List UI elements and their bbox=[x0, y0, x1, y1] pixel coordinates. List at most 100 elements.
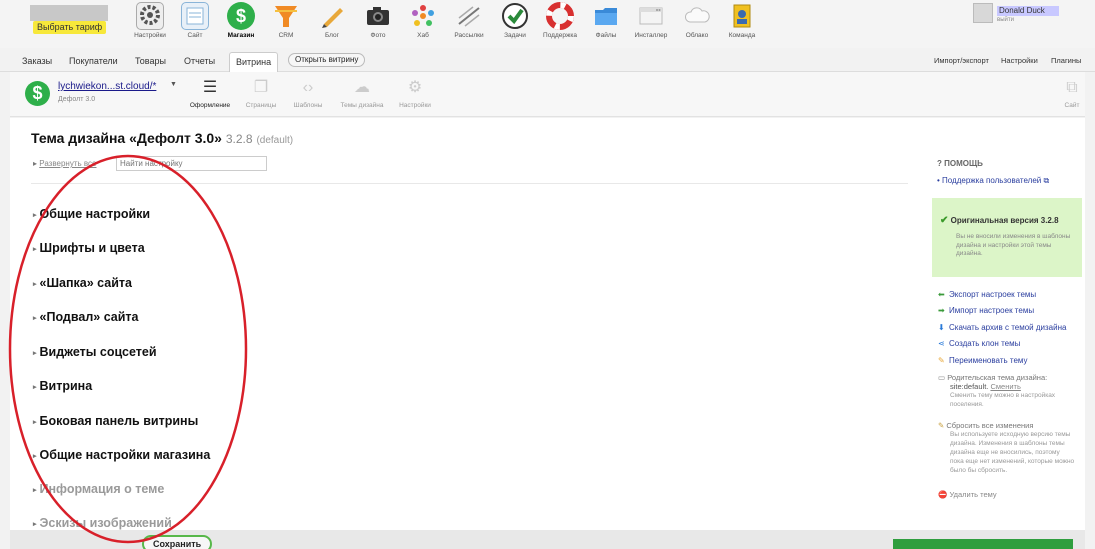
folder-icon bbox=[592, 2, 620, 30]
open-storefront-button[interactable]: Открыть витрину bbox=[288, 53, 366, 67]
site-selector[interactable]: lychwiekon...st.cloud/* bbox=[58, 81, 156, 92]
section-general[interactable]: ▸ Общие настройки bbox=[33, 207, 150, 221]
shop-logo-icon: $ bbox=[25, 81, 50, 106]
user-support-link[interactable]: • Поддержка пользователей ⧉ bbox=[937, 176, 1049, 186]
theme-settings-panel: Тема дизайна «Дефолт 3.0» 3.2.8 (default… bbox=[10, 118, 1085, 530]
app-crm[interactable]: CRM bbox=[266, 2, 306, 40]
app-mailer[interactable]: Рассылки bbox=[449, 2, 489, 40]
tab-customers[interactable]: Покупатели bbox=[69, 55, 118, 67]
app-label: Блог bbox=[324, 32, 340, 39]
parent-theme-value: site:default. bbox=[950, 382, 989, 391]
section-fonts-colors[interactable]: ▸ Шрифты и цвета bbox=[33, 241, 145, 255]
original-version-title: ✔ Оригинальная версия 3.2.8 bbox=[940, 215, 1059, 226]
reset-note: Вы используете исходную версию темы диза… bbox=[950, 431, 1075, 474]
toolbar-settings[interactable]: ⚙ Настройки bbox=[390, 79, 440, 109]
tab-products[interactable]: Товары bbox=[135, 55, 166, 67]
shop-tabs: Заказы Покупатели Товары Отчеты Витрина bbox=[0, 48, 1095, 72]
mailer-icon bbox=[455, 2, 483, 30]
toolbar-label: Оформление bbox=[189, 102, 231, 109]
section-label: Витрина bbox=[39, 379, 93, 393]
delete-theme-link[interactable]: ⛔ Удалить тему bbox=[938, 490, 997, 499]
toolbar-templates[interactable]: ‹› Шаблоны bbox=[283, 79, 333, 109]
toolbar-label: Страницы bbox=[245, 102, 277, 109]
original-version-note: Вы не вносили изменения в шаблоны дизайн… bbox=[956, 233, 1071, 257]
triangle-right-icon: ▸ bbox=[33, 315, 37, 322]
tab-storefront[interactable]: Витрина bbox=[229, 52, 279, 72]
section-footer[interactable]: ▸ «Подвал» сайта bbox=[33, 310, 139, 324]
toolbar-site[interactable]: ⧉ Сайт bbox=[1047, 79, 1095, 109]
app-installer[interactable]: Инсталлер bbox=[631, 2, 671, 40]
current-theme-name: Дефолт 3.0 bbox=[58, 96, 96, 103]
parent-theme-label: Родительская тема дизайна: bbox=[947, 373, 1048, 382]
app-hub[interactable]: Хаб bbox=[403, 2, 443, 40]
section-storefront-sidebar[interactable]: ▸ Боковая панель витрины bbox=[33, 414, 198, 428]
team-icon bbox=[728, 2, 756, 30]
app-files[interactable]: Файлы bbox=[586, 2, 626, 40]
rename-theme-link[interactable]: ✎ Переименовать тему bbox=[938, 356, 1027, 365]
action-label: Создать клон темы bbox=[949, 339, 1021, 348]
delete-icon: ⛔ bbox=[938, 490, 948, 499]
section-label: Эскизы изображений bbox=[39, 516, 172, 530]
download-theme-archive-link[interactable]: ⬇ Скачать архив с темой дизайна bbox=[938, 323, 1066, 332]
app-team[interactable]: Команда bbox=[722, 2, 762, 40]
app-label: Рассылки bbox=[454, 32, 484, 39]
clone-theme-link[interactable]: ⋖ Создать клон темы bbox=[938, 339, 1020, 348]
expand-all-link[interactable]: ▸ Развернуть все bbox=[33, 159, 97, 168]
pencil-icon bbox=[318, 2, 346, 30]
app-shop[interactable]: $ Магазин bbox=[221, 2, 261, 40]
app-support[interactable]: Поддержка bbox=[540, 2, 580, 40]
delete-theme-label: Удалить тему bbox=[949, 490, 997, 499]
cloud-icon bbox=[683, 2, 711, 30]
app-label: Хаб bbox=[417, 32, 429, 39]
app-cloud[interactable]: Облако bbox=[677, 2, 717, 40]
triangle-right-icon: ▸ bbox=[33, 246, 37, 253]
plugins-link[interactable]: Плагины bbox=[1051, 56, 1081, 65]
app-site[interactable]: Сайт bbox=[175, 2, 215, 40]
toolbar-themes[interactable]: ☁ Темы дизайна bbox=[337, 79, 387, 109]
original-title-text: Оригинальная версия 3.2.8 bbox=[950, 216, 1059, 225]
user-name[interactable]: Donald Duck bbox=[997, 6, 1059, 16]
app-label: Сайт bbox=[187, 32, 203, 39]
toolbar-pages[interactable]: ❐ Страницы bbox=[236, 79, 286, 109]
gear-icon: ⚙ bbox=[407, 79, 423, 96]
reset-title: Сбросить все изменения bbox=[946, 421, 1034, 430]
settings-search-input[interactable] bbox=[116, 156, 267, 171]
tab-orders[interactable]: Заказы bbox=[22, 55, 52, 67]
section-label: «Подвал» сайта bbox=[39, 310, 139, 324]
green-action-button[interactable] bbox=[893, 539, 1073, 549]
triangle-right-icon: ▸ bbox=[33, 350, 37, 357]
section-storefront[interactable]: ▸ Витрина bbox=[33, 379, 92, 393]
section-header[interactable]: ▸ «Шапка» сайта bbox=[33, 276, 132, 290]
cloud-download-icon: ☁ bbox=[354, 79, 370, 96]
section-shop-general[interactable]: ▸ Общие настройки магазина bbox=[33, 448, 210, 462]
tab-reports[interactable]: Отчеты bbox=[184, 55, 215, 67]
export-theme-settings-link[interactable]: ⬅ Экспорт настроек темы bbox=[938, 290, 1036, 299]
section-social-widgets[interactable]: ▸ Виджеты соцсетей bbox=[33, 345, 157, 359]
settings-link[interactable]: Настройки bbox=[1001, 56, 1038, 65]
logout-link[interactable]: выйти bbox=[997, 17, 1014, 23]
external-link-icon: ⧉ bbox=[1066, 79, 1078, 96]
app-photo[interactable]: Фото bbox=[358, 2, 398, 40]
import-theme-settings-link[interactable]: ➡ Импорт настроек темы bbox=[938, 306, 1034, 315]
share-icon: ⋖ bbox=[938, 339, 945, 348]
app-blog[interactable]: Блог bbox=[312, 2, 352, 40]
help-link-label: Поддержка пользователей bbox=[942, 176, 1042, 185]
installer-icon bbox=[637, 2, 665, 30]
change-parent-link[interactable]: Сменить bbox=[990, 382, 1020, 391]
toolbar-design[interactable]: ☰ Оформление bbox=[185, 79, 235, 109]
triangle-right-icon: ▸ bbox=[33, 487, 37, 494]
choose-plan-button[interactable]: Выбрать тариф bbox=[33, 21, 107, 34]
triangle-right-icon: ▸ bbox=[33, 384, 37, 391]
app-tasks[interactable]: Задачи bbox=[495, 2, 535, 40]
chevron-down-icon[interactable]: ▼ bbox=[170, 81, 177, 88]
import-export-link[interactable]: Импорт/экспорт bbox=[934, 56, 989, 65]
save-button[interactable]: Сохранить bbox=[142, 535, 213, 549]
parent-theme-info: ▭ Родительская тема дизайна: site:defaul… bbox=[938, 373, 1075, 409]
app-settings[interactable]: Настройки bbox=[130, 2, 170, 40]
avatar[interactable] bbox=[973, 3, 993, 23]
divider bbox=[31, 183, 908, 184]
section-theme-info[interactable]: ▸ Информация о теме bbox=[33, 482, 164, 496]
toolbar-label: Темы дизайна bbox=[340, 102, 384, 109]
section-image-thumbnails[interactable]: ▸ Эскизы изображений bbox=[33, 516, 172, 530]
app-label: Поддержка bbox=[543, 32, 577, 39]
